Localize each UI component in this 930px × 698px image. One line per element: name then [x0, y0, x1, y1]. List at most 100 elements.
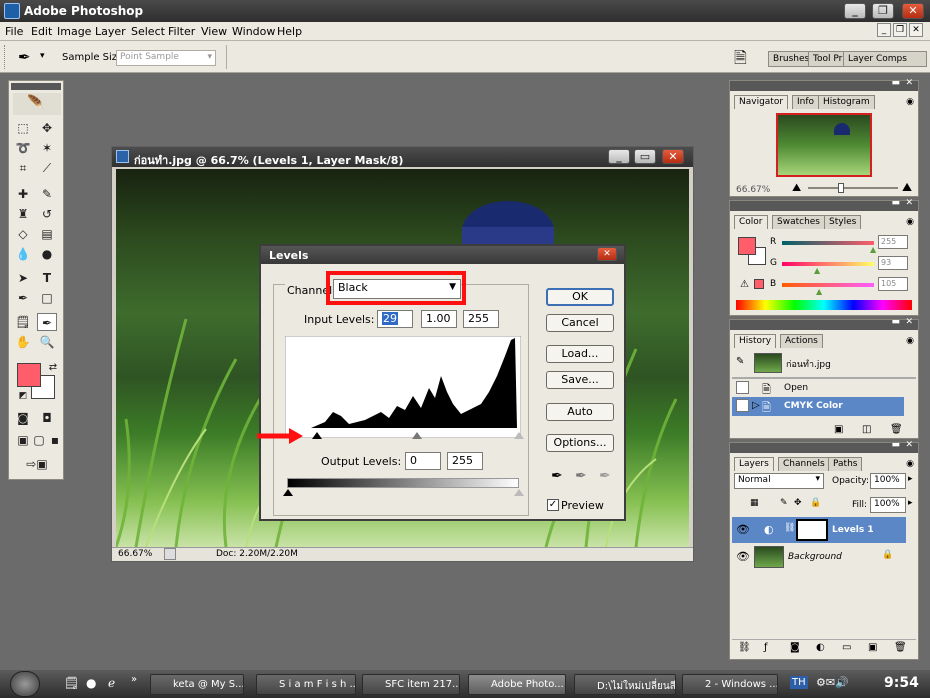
tab-histogram[interactable]: Histogram: [818, 95, 875, 109]
lock-position-icon[interactable]: ✥: [794, 498, 802, 508]
document-minimize-button[interactable]: _: [608, 149, 630, 164]
cancel-button[interactable]: Cancel: [546, 314, 614, 332]
navigator-thumbnail[interactable]: [776, 113, 872, 177]
brush-tool-icon[interactable]: ✎: [37, 185, 57, 203]
tab-styles[interactable]: Styles: [824, 215, 862, 229]
gamut-color-chip[interactable]: [754, 279, 764, 289]
layer-row-levels[interactable]: 👁 ◐ ⛓ Levels 1: [732, 517, 906, 543]
chevron-down-icon[interactable]: ▾: [40, 51, 45, 61]
menu-image[interactable]: Image: [57, 25, 91, 38]
delete-state-icon[interactable]: 🗑: [890, 424, 903, 435]
blend-mode-select[interactable]: Normal ▾: [734, 473, 824, 489]
history-state-open[interactable]: 🗎 Open: [732, 380, 916, 397]
lock-image-icon[interactable]: ✎: [780, 498, 788, 508]
zoom-in-icon[interactable]: ⛰: [902, 180, 912, 195]
add-mask-icon[interactable]: ◙: [790, 642, 800, 653]
foreground-color-swatch[interactable]: [17, 363, 41, 387]
menu-view[interactable]: View: [201, 25, 227, 38]
tab-history[interactable]: History: [734, 334, 777, 348]
status-menu-icon[interactable]: [164, 548, 176, 560]
marquee-tool-icon[interactable]: ⬚: [13, 119, 33, 137]
new-group-icon[interactable]: ▭: [842, 642, 851, 653]
standard-mode-icon[interactable]: ◙: [13, 409, 33, 427]
color-b-thumb-icon[interactable]: ▲: [816, 287, 822, 296]
clock[interactable]: 9:54: [884, 675, 919, 691]
crop-tool-icon[interactable]: ⌗: [13, 159, 33, 177]
task-button-sfc-item[interactable]: SFC item 217...: [362, 674, 460, 695]
layer-style-icon[interactable]: ƒ: [764, 642, 768, 653]
notes-tool-icon[interactable]: 🗒: [13, 313, 33, 331]
new-adjustment-layer-icon[interactable]: ◐: [816, 642, 825, 653]
quicklaunch-icon-1[interactable]: 🗒: [64, 676, 79, 690]
input-levels-white-field[interactable]: 255: [463, 310, 499, 328]
document-titlebar[interactable]: ก่อนทำ.jpg @ 66.7% (Levels 1, Layer Mask…: [112, 147, 693, 167]
layer-visibility-eye-icon[interactable]: 👁: [736, 523, 750, 536]
history-brush-tool-icon[interactable]: ↺: [37, 205, 57, 223]
tab-paths[interactable]: Paths: [828, 457, 863, 471]
quicklaunch-icon-2[interactable]: ●: [86, 676, 96, 690]
start-button[interactable]: [10, 671, 40, 697]
panel-menu-icon[interactable]: ◉: [906, 336, 914, 346]
history-brush-source-icon[interactable]: ✎: [736, 356, 744, 367]
menu-layer[interactable]: Layer: [95, 25, 126, 38]
quicklaunch-overflow-icon[interactable]: »: [131, 674, 137, 685]
layer-row-background[interactable]: 👁 Background 🔒: [732, 544, 906, 570]
color-g-thumb-icon[interactable]: ▲: [814, 266, 820, 275]
input-white-slider[interactable]: [514, 432, 524, 439]
menu-filter[interactable]: Filter: [168, 25, 195, 38]
color-r-field[interactable]: 255: [878, 235, 908, 249]
doc-close-button[interactable]: ✕: [909, 23, 923, 37]
document-close-button[interactable]: ✕: [662, 149, 684, 164]
menu-select[interactable]: Select: [131, 25, 165, 38]
eyedropper-tool-preset-icon[interactable]: ✒: [18, 48, 31, 66]
file-browser-icon[interactable]: 🗎: [734, 47, 747, 74]
slice-tool-icon[interactable]: ⟋: [37, 159, 57, 177]
gray-eyedropper-icon[interactable]: ✒: [575, 468, 587, 484]
quick-mask-mode-icon[interactable]: ◘: [37, 409, 57, 427]
hand-tool-icon[interactable]: ✋: [13, 333, 33, 351]
magic-wand-tool-icon[interactable]: ✶: [37, 139, 57, 157]
swap-colors-icon[interactable]: ⇄: [43, 359, 63, 377]
color-r-thumb-icon[interactable]: ▲: [870, 245, 876, 254]
input-gamma-slider[interactable]: [412, 432, 422, 439]
healing-brush-tool-icon[interactable]: ✚: [13, 185, 33, 203]
language-indicator-icon[interactable]: TH: [790, 676, 808, 689]
default-colors-icon[interactable]: ◩: [13, 387, 33, 405]
tab-navigator[interactable]: Navigator: [734, 95, 789, 109]
auto-button[interactable]: Auto: [546, 403, 614, 421]
history-source-checkbox[interactable]: [736, 399, 749, 412]
new-document-from-state-icon[interactable]: ▣: [834, 424, 843, 435]
toolbox-header[interactable]: [11, 83, 61, 90]
task-button-siamfish[interactable]: S i a m F i s h ...: [256, 674, 356, 695]
output-black-slider[interactable]: [283, 489, 293, 496]
load-button[interactable]: Load...: [546, 345, 614, 363]
layer-mask-thumbnail[interactable]: [796, 519, 828, 541]
menu-file[interactable]: File: [5, 25, 23, 38]
history-source-checkbox[interactable]: [736, 381, 749, 394]
color-g-slider[interactable]: [782, 262, 874, 266]
panel-menu-icon[interactable]: ◉: [906, 217, 914, 227]
preview-checkbox[interactable]: ✓: [547, 499, 559, 511]
move-tool-icon[interactable]: ✥: [37, 119, 57, 137]
task-button-photoshop[interactable]: Adobe Photo...: [468, 674, 566, 695]
save-button[interactable]: Save...: [546, 371, 614, 389]
color-spectrum-ramp[interactable]: [736, 300, 912, 310]
opacity-field[interactable]: 100%: [870, 473, 906, 489]
delete-layer-icon[interactable]: 🗑: [894, 642, 907, 653]
palette-well-tab-tool-presets[interactable]: Tool Pr: [808, 51, 848, 67]
color-b-field[interactable]: 105: [878, 277, 908, 291]
panel-header[interactable]: ▬ ✕: [730, 78, 918, 91]
feather-logo-icon[interactable]: 🪶: [13, 93, 61, 115]
tab-channels[interactable]: Channels: [778, 457, 830, 471]
color-fg-swatch[interactable]: [738, 237, 756, 255]
levels-close-button[interactable]: ✕: [597, 247, 617, 261]
navigator-zoom-value[interactable]: 66.67%: [736, 185, 770, 195]
panel-menu-icon[interactable]: ◉: [906, 459, 914, 469]
menu-edit[interactable]: Edit: [31, 25, 52, 38]
new-snapshot-icon[interactable]: ◫: [862, 424, 871, 435]
palette-well-tab-layer-comps[interactable]: Layer Comps: [843, 51, 927, 67]
shape-tool-icon[interactable]: □: [37, 289, 57, 307]
fill-field[interactable]: 100%: [870, 497, 906, 513]
eraser-tool-icon[interactable]: ◇: [13, 225, 33, 243]
tab-swatches[interactable]: Swatches: [772, 215, 825, 229]
